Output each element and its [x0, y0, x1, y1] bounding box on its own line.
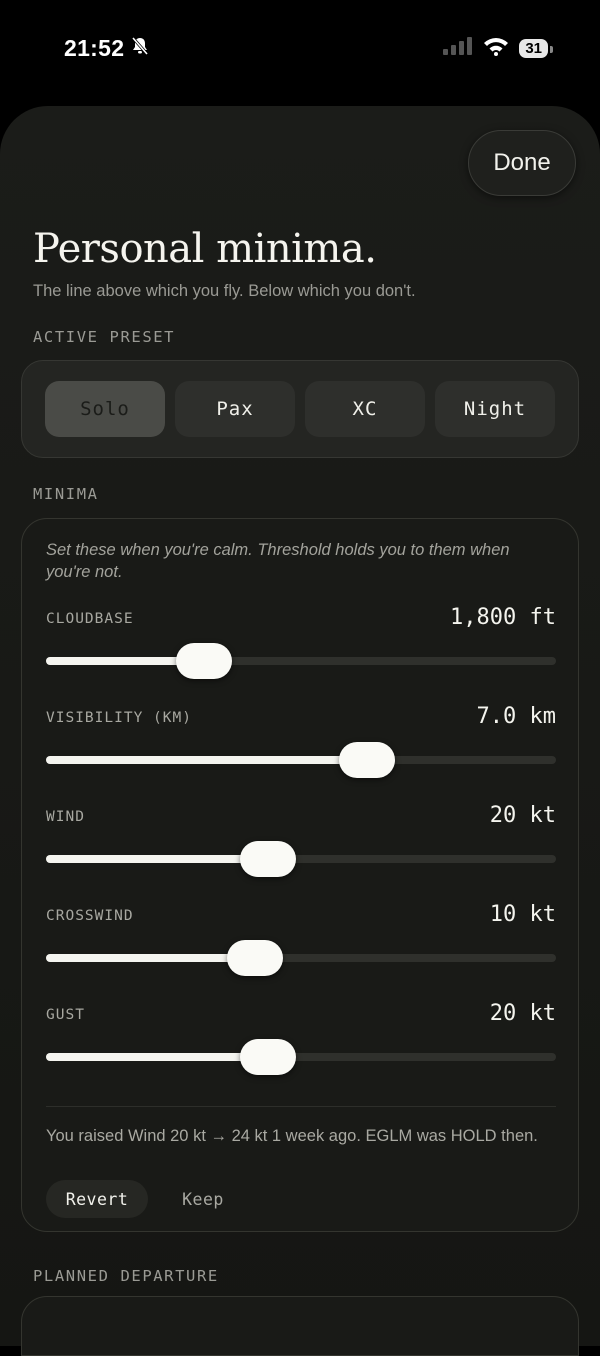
preset-pax-button[interactable]: Pax — [175, 381, 295, 437]
slider-value: 20 kt — [489, 1001, 556, 1026]
slider-fill — [46, 1053, 268, 1061]
slider-thumb[interactable] — [176, 643, 233, 679]
wifi-icon — [483, 36, 509, 61]
status-time: 21:52 — [64, 35, 150, 62]
divider — [46, 1106, 556, 1107]
signal-icon — [443, 36, 473, 60]
slider-track[interactable] — [46, 1039, 556, 1075]
minima-note: Set these when you're calm. Threshold ho… — [46, 541, 510, 581]
preset-solo-button[interactable]: Solo — [45, 381, 165, 437]
slider-fill — [46, 756, 368, 764]
departure-section-label: PLANNED DEPARTURE — [33, 1267, 219, 1285]
bell-slash-icon — [130, 35, 150, 62]
page-subtitle: The line above which you fly. Below whic… — [33, 282, 416, 300]
slider-visibility: VISIBILITY (KM) 7.0 km — [46, 704, 556, 800]
slider-track[interactable] — [46, 643, 556, 679]
preset-xc-button[interactable]: XC — [305, 381, 425, 437]
slider-track[interactable] — [46, 841, 556, 877]
slider-value: 1,800 ft — [450, 605, 556, 630]
slider-label: CLOUDBASE — [46, 611, 134, 627]
slider-value: 20 kt — [489, 803, 556, 828]
active-preset-label: ACTIVE PRESET — [33, 328, 176, 346]
change-note: You raised Wind 20 kt → 24 kt 1 week ago… — [46, 1127, 538, 1145]
slider-gust: GUST 20 kt — [46, 1001, 556, 1097]
slider-cloudbase: CLOUDBASE 1,800 ft — [46, 605, 556, 701]
status-indicators: 31 — [443, 36, 553, 61]
slider-label: VISIBILITY (KM) — [46, 710, 192, 726]
preset-night-button[interactable]: Night — [435, 381, 555, 437]
slider-track[interactable] — [46, 742, 556, 778]
slider-fill — [46, 855, 268, 863]
slider-thumb[interactable] — [239, 841, 296, 877]
page-title: Personal minima. — [33, 226, 377, 272]
slider-wind: WIND 20 kt — [46, 803, 556, 899]
battery-icon: 31 — [519, 38, 553, 58]
keep-button[interactable]: Keep — [168, 1180, 238, 1218]
slider-label: CROSSWIND — [46, 908, 134, 924]
slider-crosswind: CROSSWIND 10 kt — [46, 902, 556, 998]
slider-fill — [46, 954, 256, 962]
preset-selector: Solo Pax XC Night — [21, 360, 579, 458]
slider-value: 10 kt — [489, 902, 556, 927]
slider-label: GUST — [46, 1007, 85, 1023]
slider-thumb[interactable] — [339, 742, 396, 778]
slider-thumb[interactable] — [239, 1039, 296, 1075]
revert-button[interactable]: Revert — [46, 1180, 148, 1218]
departure-card — [21, 1296, 579, 1356]
done-button[interactable]: Done — [468, 130, 576, 196]
minima-section-label: MINIMA — [33, 485, 99, 503]
minima-sheet: Done Personal minima. The line above whi… — [0, 106, 600, 1356]
slider-value: 7.0 km — [476, 704, 556, 729]
slider-label: WIND — [46, 809, 85, 825]
time-label: 21:52 — [64, 34, 125, 61]
slider-track[interactable] — [46, 940, 556, 976]
status-bar: 21:52 31 — [0, 0, 600, 96]
slider-thumb[interactable] — [227, 940, 284, 976]
minima-card: Set these when you're calm. Threshold ho… — [21, 518, 579, 1232]
